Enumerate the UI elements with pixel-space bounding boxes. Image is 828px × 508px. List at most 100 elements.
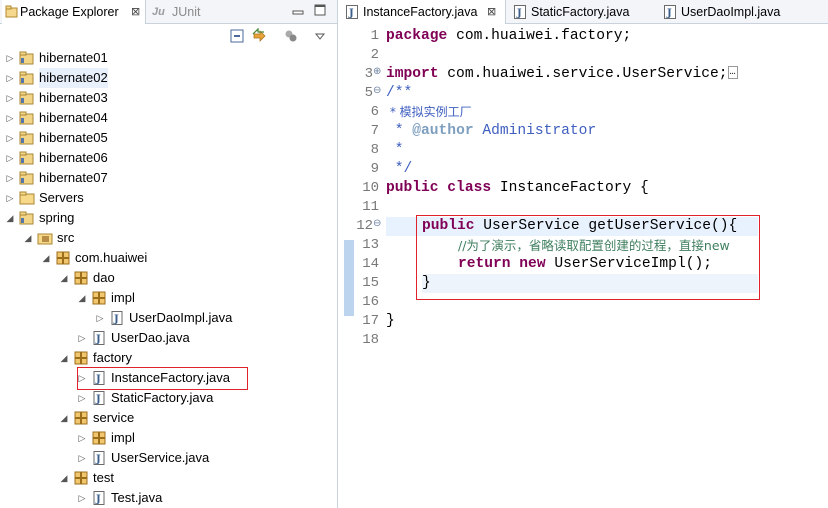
highlight-box-getuserservice [416,215,760,300]
tree-item[interactable]: ▷ J UserDao.java [0,328,320,348]
line-number: 5 [364,85,373,101]
collapse-fold-icon[interactable]: ⊖ [373,85,381,96]
close-icon[interactable]: ⊠ [131,0,140,24]
collapsed-arrow-icon[interactable]: ▷ [5,48,15,68]
line-number: 2 [370,47,379,63]
expanded-arrow-icon[interactable]: ◢ [23,228,33,248]
java-file-icon: J [91,331,107,345]
editor-tab-bar: InstanceFactory.java ⊠ StaticFactory.jav… [341,0,828,26]
tree-item[interactable]: ▷ hibernate03 [0,88,320,108]
code-line[interactable]: public class InstanceFactory { [386,179,649,198]
collapsed-arrow-icon[interactable]: ▷ [5,88,15,108]
expanded-arrow-icon[interactable]: ◢ [5,208,15,228]
tree-item[interactable]: ▷ J StaticFactory.java [0,388,320,408]
tree-item-label: hibernate01 [39,50,108,65]
tree-item[interactable]: ▷ hibernate07 [0,168,320,188]
collapse-all-icon[interactable] [229,28,245,44]
tree-item[interactable]: ▷ J UserService.java [0,448,320,468]
collapsed-arrow-icon[interactable]: ▷ [77,488,87,508]
code-line[interactable]: import com.huaiwei.service.UserService;… [386,65,738,84]
tree-item-label: UserService.java [111,450,210,465]
collapsed-arrow-icon[interactable]: ▷ [77,428,87,448]
expanded-arrow-icon[interactable]: ◢ [77,288,87,308]
line-number: 17 [362,313,379,329]
collapsed-arrow-icon[interactable]: ▷ [77,328,87,348]
tree-item[interactable]: ▷ hibernate06 [0,148,320,168]
tree-item-label: Servers [39,190,84,205]
code-line[interactable]: * 模拟实例工厂 [386,103,472,122]
line-number: 10 [362,180,379,196]
expanded-arrow-icon[interactable]: ◢ [59,348,69,368]
package-icon [91,431,107,445]
tree-item[interactable]: ▷ hibernate02 [0,68,320,88]
package-icon [73,271,89,285]
tree-item[interactable]: ▷ hibernate01 [0,48,320,68]
tree-item-label: hibernate05 [39,130,108,145]
maximize-icon[interactable] [312,2,328,18]
expanded-arrow-icon[interactable]: ◢ [59,268,69,288]
minimize-icon[interactable] [290,2,306,18]
expand-fold-icon[interactable]: ⊕ [373,66,381,77]
tree-item[interactable]: ▷ hibernate05 [0,128,320,148]
tree-item-label: StaticFactory.java [111,390,214,405]
tree-item-label: UserDao.java [111,330,190,345]
code-line[interactable]: /** [386,84,412,103]
expanded-arrow-icon[interactable]: ◢ [59,468,69,488]
collapsed-arrow-icon[interactable]: ▷ [5,128,15,148]
tab-package-explorer-label: Package Explorer [20,5,119,19]
package-icon [55,251,71,265]
view-menu-icon[interactable] [312,28,328,44]
svg-text:J: J [95,494,101,505]
collapsed-arrow-icon[interactable]: ▷ [5,108,15,128]
collapse-fold-icon[interactable]: ⊖ [373,218,381,229]
collapsed-arrow-icon[interactable]: ▷ [5,188,15,208]
code-line[interactable]: package com.huaiwei.factory; [386,27,631,46]
folded-import-marker[interactable]: … [727,66,738,80]
editor-tab-instancefactory[interactable]: InstanceFactory.java ⊠ [341,0,506,26]
package-icon [73,351,89,365]
line-number: 9 [370,161,379,177]
expanded-arrow-icon[interactable]: ◢ [59,408,69,428]
tree-item[interactable]: ◢ spring [0,208,320,228]
junit-icon: Ju [152,6,165,18]
tree-item-label: test [93,470,114,485]
tab-junit[interactable]: Ju JUnit [152,0,200,24]
tree-item[interactable]: ▷ impl [0,428,320,448]
line-number: 15 [362,275,379,291]
collapsed-arrow-icon[interactable]: ▷ [5,168,15,188]
collapsed-arrow-icon[interactable]: ▷ [95,308,105,328]
tree-item[interactable]: ◢ dao [0,268,320,288]
code-line[interactable]: */ [386,160,413,179]
link-with-editor-icon[interactable] [251,28,267,44]
highlight-box-instancefactory [77,367,248,390]
source-folder-icon [37,231,53,245]
code-line[interactable]: * @author Administrator [386,122,596,141]
filters-icon[interactable] [283,28,299,44]
tree-item-label: hibernate03 [39,90,108,105]
line-number: 11 [362,199,379,215]
tree-item-label: service [93,410,135,425]
tree-item[interactable]: ◢ factory [0,348,320,368]
tree-item[interactable]: ◢ src [0,228,320,248]
tree-item[interactable]: ◢ com.huaiwei [0,248,320,268]
collapsed-arrow-icon[interactable]: ▷ [77,388,87,408]
tree-item[interactable]: ▷ J Test.java [0,488,320,508]
tree-item[interactable]: ◢ impl [0,288,320,308]
tab-package-explorer[interactable]: Package Explorer ⊠ [2,0,146,24]
tree-item[interactable]: ◢ service [0,408,320,428]
expanded-arrow-icon[interactable]: ◢ [41,248,51,268]
tree-item[interactable]: ▷ J UserDaoImpl.java [0,308,320,328]
tree-item[interactable]: ◢ test [0,468,320,488]
tree-item[interactable]: ▷ Servers [0,188,320,208]
editor-tab-staticfactory[interactable]: StaticFactory.java [509,0,630,26]
line-number-ruler[interactable]: 1 2 3 ⊕ 5 ⊖ 6 7 8 9 10 11 12 ⊖ 13 14 15 … [341,25,383,508]
tree-item[interactable]: ▷ hibernate04 [0,108,320,128]
collapsed-arrow-icon[interactable]: ▷ [5,148,15,168]
code-line[interactable]: } [386,312,395,331]
editor-tab-userdaoimpl[interactable]: UserDaoImpl.java [659,0,780,26]
code-line[interactable]: * [386,141,404,160]
collapsed-arrow-icon[interactable]: ▷ [5,68,15,88]
editor-tab-label: StaticFactory.java [531,5,630,19]
collapsed-arrow-icon[interactable]: ▷ [77,448,87,468]
close-icon[interactable]: ⊠ [487,0,496,24]
